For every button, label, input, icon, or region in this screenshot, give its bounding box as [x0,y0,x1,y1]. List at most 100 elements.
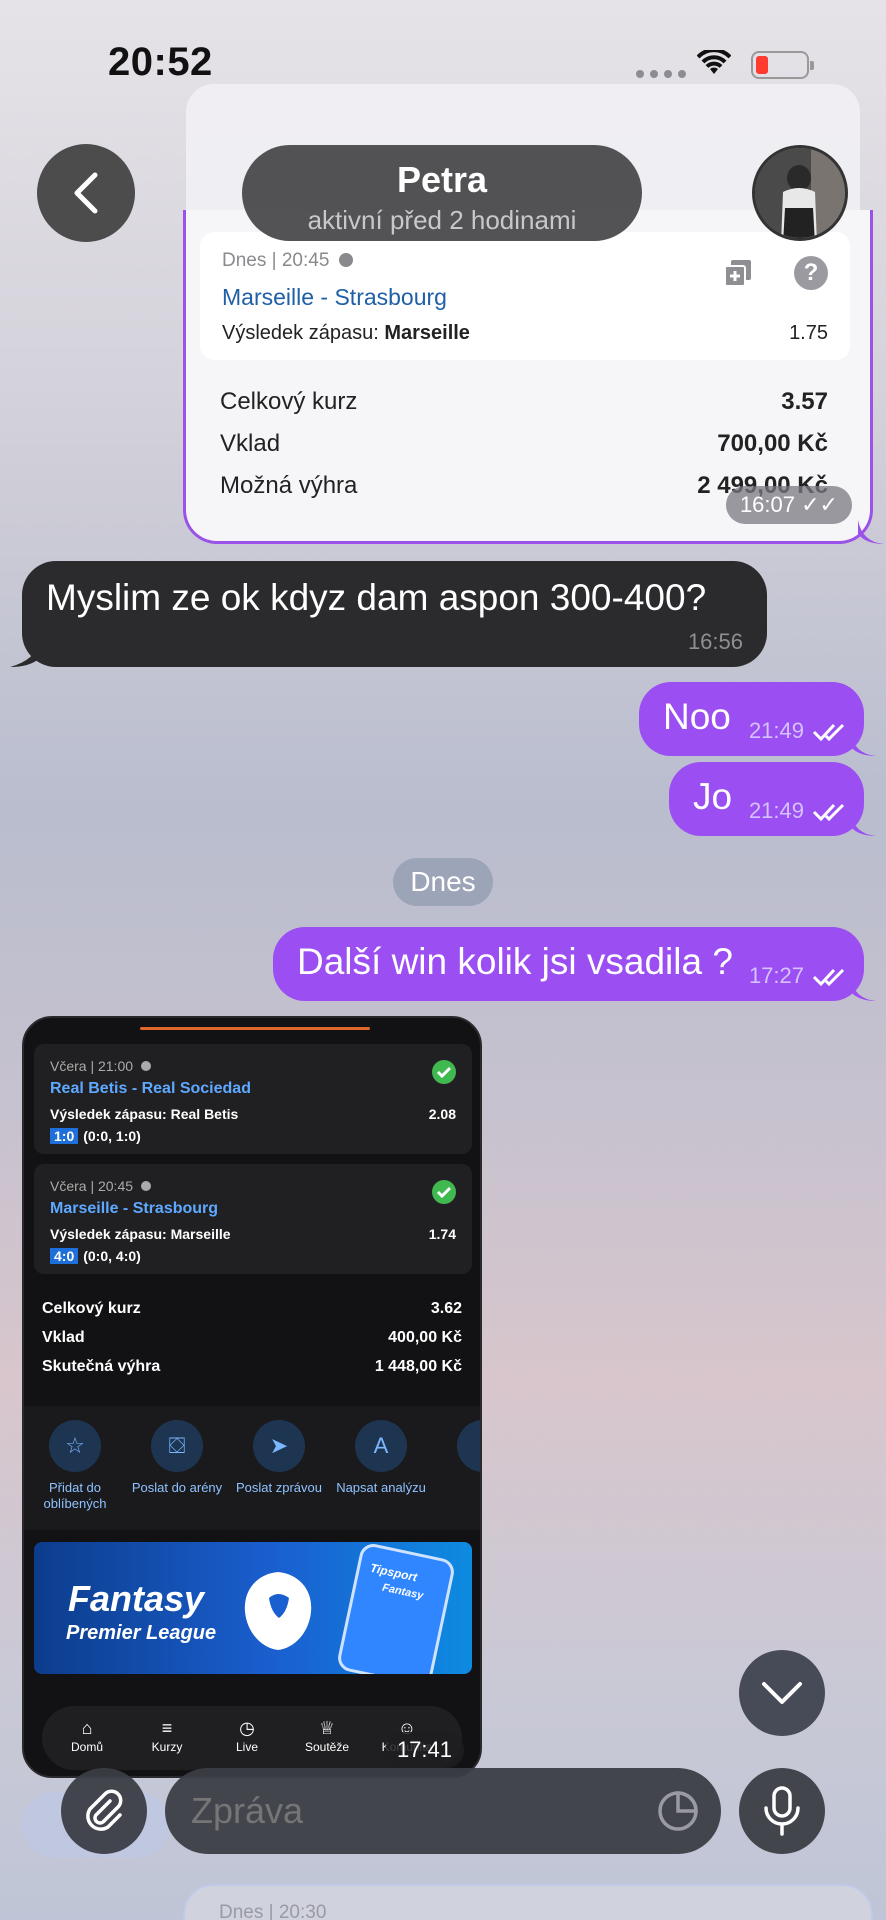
bet-date: Dnes | 20:45 [222,250,354,272]
chevron-left-icon [74,172,98,214]
chevron-down-icon [762,1682,802,1704]
send-icon: ➤ [253,1420,305,1472]
paperclip-icon [86,1789,123,1831]
tab-home: ⌂ Domů [52,1716,122,1754]
check-circle-icon [432,1180,456,1204]
settled-bet-item: Včera | 20:45 Marseille - Strasbourg Výs… [34,1164,472,1274]
tab-competitions: ♕ Soutěže [292,1716,362,1754]
stake-row: Vklad 400,00 Kč [42,1329,462,1346]
football-icon [141,1061,152,1071]
double-check-icon [812,803,845,822]
trophy-icon: ♕ [318,1718,336,1738]
bet-match: Marseille - Strasbourg [50,1200,219,1217]
message-input[interactable] [191,1790,591,1832]
outgoing-message[interactable]: Noo 21:49 [639,682,864,756]
scroll-down-button[interactable] [739,1650,825,1736]
total-odds-row: Celkový kurz 3.62 [42,1300,462,1317]
send-message-action: ➤ Poslat zprávou [232,1420,326,1496]
send-arena-action: ⛋ Poslat do arény [130,1420,224,1496]
wifi-icon [697,50,731,74]
message-time: 21:49 [748,798,804,823]
star-icon: ☆ [49,1420,101,1472]
chat-title[interactable]: Petra aktivní před 2 hodinami [242,145,642,241]
bet-score: 1:0 (0:0, 1:0) [50,1128,141,1144]
actual-win-row: Skutečná výhra 1 448,00 Kč [42,1358,462,1375]
bubble-tail [850,732,876,756]
phone-graphic: Tipsport Fantasy [335,1542,457,1674]
bet-match: Real Betis - Real Sociedad [50,1080,251,1097]
contact-name: Petra [396,159,488,200]
double-check-icon [812,723,845,742]
stake-row: Vklad 700,00 Kč [220,430,828,457]
add-favorite-action: ☆ Přidat do oblíbených [28,1420,122,1512]
next-message-ghost: Dnes | 20:30 [183,1884,873,1920]
back-button[interactable] [37,144,135,242]
bet-odd: 1.74 [428,1226,456,1242]
write-analysis-action: A Napsat analýzu [334,1420,428,1496]
football-icon [339,253,354,267]
banner-title: Fantasy [68,1578,205,1619]
analysis-icon: A [355,1420,407,1472]
bet-result: Výsledek zápasu: Marseille [222,322,470,344]
settled-bet-item: Včera | 21:00 Real Betis - Real Sociedad… [34,1044,472,1154]
message-time: 16:07 ✓✓ [725,486,852,524]
outgoing-message[interactable]: Jo 21:49 [669,762,864,836]
arena-icon: ⛋ [151,1420,203,1472]
incoming-message[interactable]: Myslim ze ok kdyz dam aspon 300-400? 16:… [22,561,767,667]
microphone-button[interactable] [739,1768,825,1854]
date-separator: Dnes [393,858,493,906]
sticker-icon[interactable] [657,1790,699,1832]
total-odds-row: Celkový kurz 3.57 [220,388,828,415]
message-text: Další win kolik jsi vsadila ? [297,941,733,982]
message-text: Myslim ze ok kdyz dam aspon 300-400? [46,577,707,618]
bubble-tail [850,977,876,1001]
scroll-indicator [140,1027,370,1030]
home-icon: ⌂ [81,1718,93,1738]
tab-live: ◷ Live [212,1716,282,1754]
bet-date: Včera | 21:00 [50,1058,152,1074]
bet-match[interactable]: Marseille - Strasbourg [222,284,447,311]
message-time: 17:41 [384,1732,464,1768]
avatar[interactable] [752,145,848,241]
status-time: 20:52 [108,40,213,84]
bet-result: Výsledek zápasu: Marseille [50,1226,231,1242]
message-input-bar[interactable] [165,1768,721,1854]
bubble-tail [858,520,884,544]
bet-odd: 2.08 [428,1106,456,1122]
double-check-icon: ✓✓ [801,492,838,517]
banner-subtitle: Premier League [66,1622,217,1644]
fantasy-banner: Fantasy Premier League Tipsport Fantasy [34,1542,472,1674]
message-text: Noo [663,696,731,737]
bet-score: 4:0 (0:0, 4:0) [50,1248,141,1264]
message-text: Jo [693,776,733,817]
bubble-tail [850,812,876,836]
double-check-icon [812,968,845,987]
bubble-tail [10,640,40,667]
ghost-date: Dnes | 20:30 [219,1902,327,1920]
message-time: 16:56 [687,629,743,654]
outgoing-message[interactable]: Další win kolik jsi vsadila ? 17:27 [273,927,864,1001]
help-icon[interactable]: ? [794,256,828,290]
tab-odds: ≡ Kurzy [132,1716,202,1754]
bet-date: Včera | 20:45 [50,1178,152,1194]
image-message[interactable]: Včera | 21:00 Real Betis - Real Sociedad… [22,1016,482,1778]
action-row: ☆ Přidat do oblíbených ⛋ Poslat do arény ➤… [24,1406,480,1530]
more-action [436,1420,480,1472]
football-icon [141,1181,152,1191]
bet-odd: 1.75 [789,322,828,344]
contact-status: aktivní před 2 hodinami [307,205,577,235]
bet-ticket-message[interactable]: Dnes | 20:45 Marseille - Strasbourg Výsl… [183,210,873,544]
bet-item[interactable]: Dnes | 20:45 Marseille - Strasbourg Výsl… [200,232,850,360]
stopwatch-icon: ◷ [239,1718,255,1738]
copy-add-icon[interactable] [723,258,753,288]
bet-result: Výsledek zápasu: Real Betis [50,1106,239,1122]
more-icon [457,1420,480,1472]
odds-icon: ≡ [161,1718,173,1738]
check-circle-icon [432,1060,456,1084]
message-time: 21:49 [748,718,804,743]
lion-logo-icon [244,1572,312,1650]
battery-icon [751,51,814,79]
microphone-icon [764,1786,800,1836]
attach-button[interactable] [61,1768,147,1854]
message-time: 17:27 [748,963,804,988]
